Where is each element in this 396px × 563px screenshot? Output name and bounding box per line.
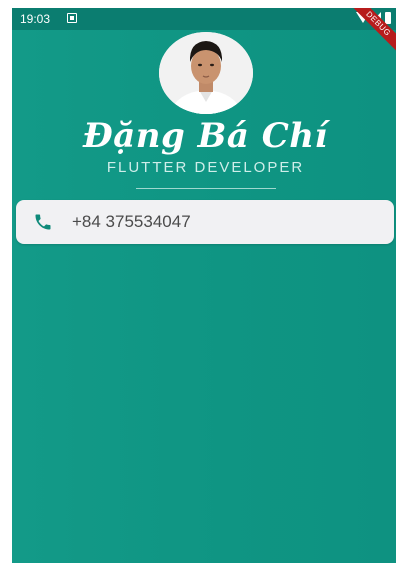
phone-icon	[35, 214, 51, 230]
top-strip	[0, 0, 396, 8]
app-screen: 19:03 DEBUG Đặng Bá Chí FLUTTER DEVELOPE…	[12, 8, 396, 563]
status-bar: 19:03	[12, 8, 396, 30]
status-time: 19:03	[20, 12, 51, 26]
avatar-image	[159, 32, 253, 114]
phone-number: +84 375534047	[72, 212, 191, 231]
divider	[136, 188, 276, 189]
avatar	[159, 32, 253, 114]
profile-name: Đặng Bá Chí	[83, 116, 328, 156]
phone-card[interactable]: +84 375534047	[16, 200, 394, 244]
profile-role: FLUTTER DEVELOPER	[106, 159, 305, 176]
notification-icon	[67, 13, 77, 23]
battery-icon	[385, 12, 391, 24]
